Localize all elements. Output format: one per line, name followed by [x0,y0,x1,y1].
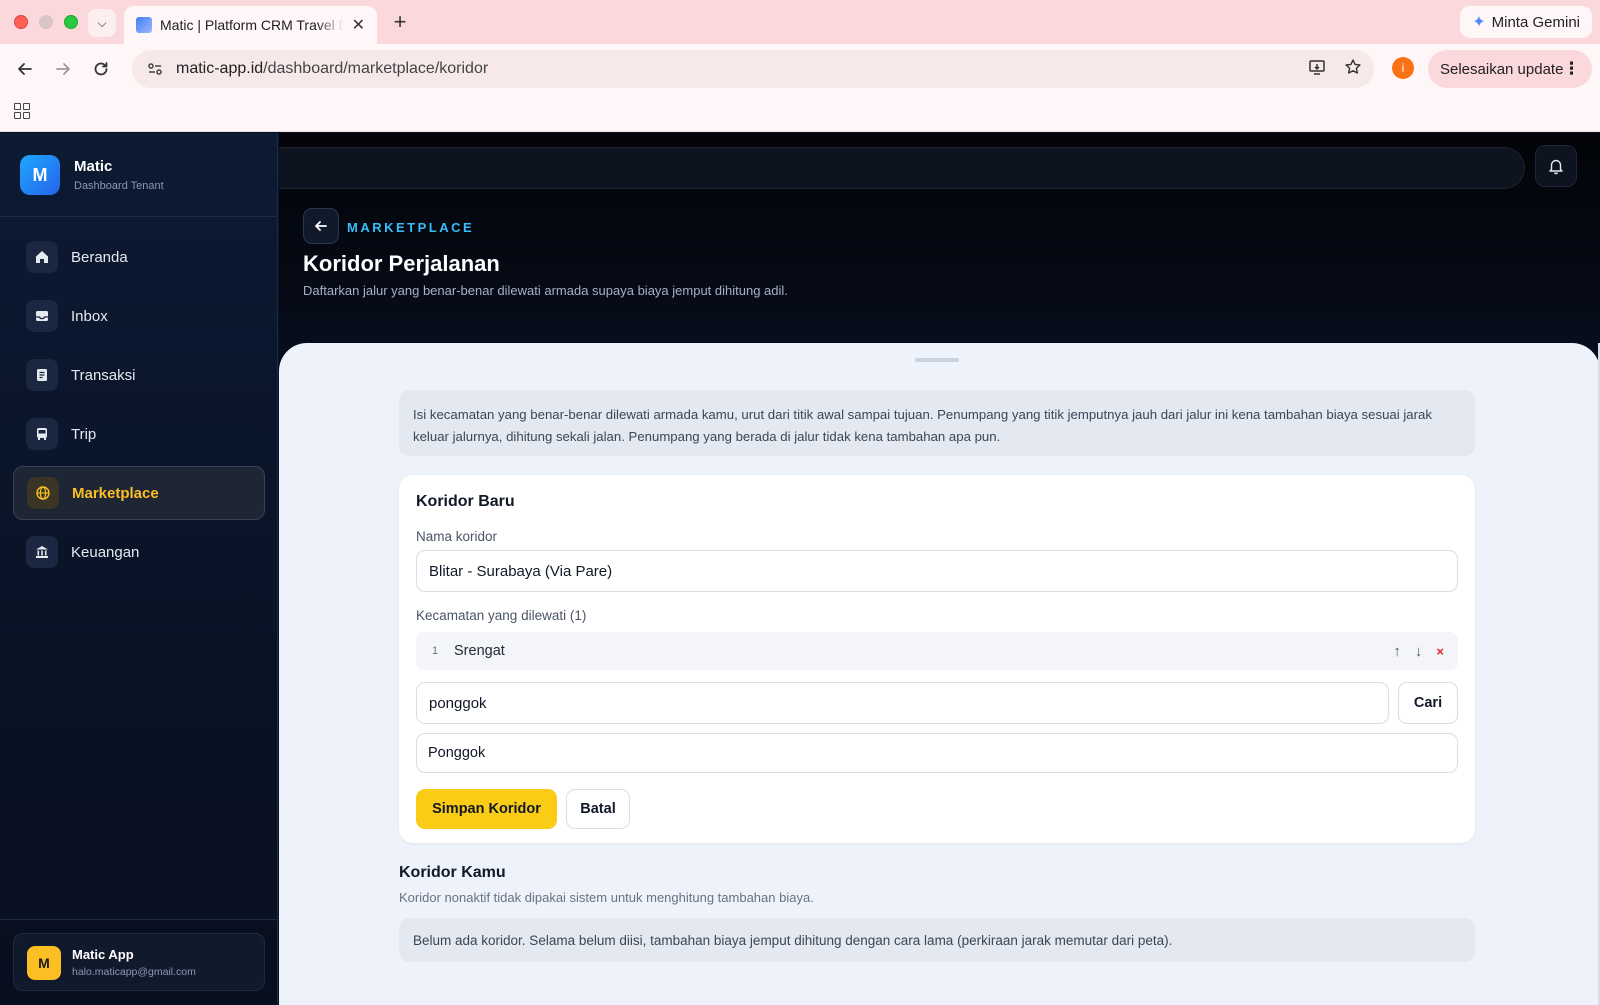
bus-icon [26,418,58,450]
brand-name: Matic [74,158,113,175]
favicon-icon [136,17,152,33]
tab-search-button[interactable]: ⌵ [88,9,116,37]
stops-label: Kecamatan yang dilewati (1) [416,608,587,623]
section-eyebrow: MARKETPLACE [347,220,475,235]
bookmarks-bar [0,92,1600,132]
cancel-button[interactable]: Batal [566,789,630,829]
content-sheet: Isi kecamatan yang benar-benar dilewati … [279,343,1600,1005]
url-host: matic-app.id [176,60,264,77]
sidebar-item-label: Trip [71,425,97,443]
sidebar-item-label: Inbox [71,307,108,325]
globe-icon [27,477,59,509]
list-item: 1 Srengat ↑ ↓ × [416,632,1458,670]
gemini-button[interactable]: ✦ Minta Gemini [1460,6,1592,38]
arrow-left-icon [18,63,32,75]
install-app-icon[interactable] [1308,58,1326,81]
inbox-icon [26,300,58,332]
info-box: Isi kecamatan yang benar-benar dilewati … [399,390,1475,456]
user-email: halo.maticapp@gmail.com [72,966,196,978]
empty-state: Belum ada koridor. Selama belum diisi, t… [399,918,1475,962]
browser-toolbar: matic-app.id/dashboard/marketplace/korid… [0,44,1600,92]
move-up-button[interactable]: ↑ [1393,643,1401,660]
url-text: matic-app.id/dashboard/marketplace/korid… [176,60,488,78]
corridor-name-label: Nama koridor [416,529,498,544]
gemini-label: Minta Gemini [1491,13,1580,31]
tab-title: Matic | Platform CRM Travel Digital [160,17,344,33]
minimize-window-button[interactable] [39,15,53,29]
drag-handle[interactable] [915,358,959,362]
district-search-input[interactable]: ponggok [416,682,1389,724]
reload-button[interactable] [88,56,114,82]
sidebar-item-label: Marketplace [72,484,159,502]
page-title: Koridor Perjalanan [303,251,500,276]
brand-subtitle: Dashboard Tenant [74,180,164,192]
sparkle-icon: ✦ [1472,14,1486,31]
brand-logo: M [20,155,60,195]
main-content: MARKETPLACE Koridor Perjalanan Daftarkan… [279,133,1600,1005]
sidebar-item-beranda[interactable]: Beranda [13,230,265,284]
corridor-name-input[interactable]: Blitar - Surabaya (Via Pare) [416,550,1458,592]
search-result-item[interactable]: Ponggok [416,733,1458,773]
save-corridor-button[interactable]: Simpan Koridor [416,789,557,829]
sidebar-item-label: Beranda [71,248,128,266]
brand: M Matic Dashboard Tenant [0,133,278,217]
sidebar-item-marketplace[interactable]: Marketplace [13,466,265,520]
corridors-section-title: Koridor Kamu [399,864,506,881]
browser-tab-active[interactable]: Matic | Platform CRM Travel Digital ✕ [124,6,377,44]
reload-icon [94,62,108,76]
bell-icon [1549,159,1563,175]
update-button[interactable]: Selesaikan update ⋮ [1428,50,1592,88]
avatar: M [27,946,61,980]
address-bar[interactable]: matic-app.id/dashboard/marketplace/korid… [132,50,1374,88]
profile-avatar[interactable]: i [1392,57,1414,79]
user-name: Matic App [72,947,134,962]
stop-name: Srengat [454,643,505,659]
new-corridor-card: Koridor Baru Nama koridor Blitar - Surab… [399,475,1475,843]
close-icon[interactable]: ✕ [352,15,365,35]
chevron-down-icon: ⌵ [97,15,107,30]
close-window-button[interactable] [14,15,28,29]
page-description: Daftarkan jalur yang benar-benar dilewat… [303,283,788,298]
sidebar-item-label: Keuangan [71,543,140,561]
new-tab-button[interactable]: + [388,9,412,34]
remove-stop-button[interactable]: × [1436,644,1444,659]
corridors-section-subtitle: Koridor nonaktif tidak dipakai sistem un… [399,890,814,905]
home-icon [26,241,58,273]
sidebar: M Matic Dashboard Tenant Beranda Inbox T… [0,133,278,1005]
maximize-window-button[interactable] [64,15,78,29]
update-label: Selesaikan update [1440,60,1564,78]
back-button[interactable] [303,208,339,244]
sidebar-item-keuangan[interactable]: Keuangan [13,525,265,579]
arrow-right-icon [56,63,70,75]
notification-button[interactable] [1535,145,1577,187]
url-path: /dashboard/marketplace/koridor [263,60,489,77]
sidebar-item-label: Transaksi [71,366,136,384]
user-card[interactable]: M Matic App halo.maticapp@gmail.com [13,933,265,991]
back-button[interactable] [12,56,38,82]
topbar-search[interactable] [279,147,1525,189]
sidebar-item-trip[interactable]: Trip [13,407,265,461]
sidebar-item-inbox[interactable]: Inbox [13,289,265,343]
receipt-icon [26,359,58,391]
forward-button[interactable] [50,56,76,82]
move-down-button[interactable]: ↓ [1415,643,1423,660]
apps-grid-icon[interactable] [14,103,30,119]
star-icon[interactable] [1344,58,1362,81]
arrow-left-icon [315,221,327,231]
more-vert-icon: ⋮ [1563,59,1580,78]
bank-icon [26,536,58,568]
site-settings-icon[interactable] [146,60,164,78]
plus-icon: + [393,9,407,34]
browser-tab-strip: ⌵ Matic | Platform CRM Travel Digital ✕ … [0,0,1600,44]
search-button[interactable]: Cari [1398,682,1458,724]
sidebar-item-transaksi[interactable]: Transaksi [13,348,265,402]
divider [0,919,278,920]
card-title: Koridor Baru [416,493,515,510]
stop-number: 1 [431,645,439,657]
